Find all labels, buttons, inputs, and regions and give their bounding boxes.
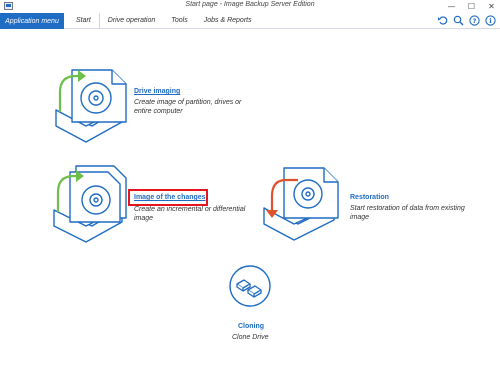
toolbar-icons: ? i: [437, 15, 496, 26]
application-menu-button[interactable]: Application menu: [0, 13, 64, 29]
image-changes-link[interactable]: Image of the changes: [134, 194, 206, 201]
cloning-desc: Clone Drive: [232, 334, 269, 341]
cloning-link[interactable]: Cloning: [238, 323, 264, 330]
tab-tools[interactable]: Tools: [163, 13, 195, 29]
image-changes-desc-line1: Create an incremental or differential: [134, 206, 246, 213]
svg-text:i: i: [489, 17, 492, 25]
zoom-icon[interactable]: [453, 15, 464, 26]
help-icon[interactable]: ?: [469, 15, 480, 26]
title-bar: Start page - Image Backup Server Edition…: [0, 0, 500, 12]
undo-icon[interactable]: [437, 15, 448, 26]
cloning-icon[interactable]: [228, 264, 272, 308]
drive-imaging-icon[interactable]: [46, 62, 128, 146]
restoration-desc-line1: Start restoration of data from existing: [350, 205, 465, 212]
image-changes-highlight: Image of the changes: [128, 189, 208, 206]
tab-start[interactable]: Start: [68, 13, 99, 29]
menu-bar: Application menu Start Drive operation T…: [0, 13, 500, 29]
restoration-icon[interactable]: [258, 162, 342, 244]
drive-imaging-desc-line2: entire computer: [134, 108, 183, 115]
window-controls: — ☐ ✕: [447, 0, 496, 12]
tab-jobs-reports[interactable]: Jobs & Reports: [196, 13, 260, 29]
drive-imaging-link[interactable]: Drive imaging: [134, 88, 180, 95]
minimize-button[interactable]: —: [447, 2, 456, 11]
image-changes-desc-line2: image: [134, 215, 154, 222]
close-button[interactable]: ✕: [487, 2, 496, 11]
tab-drive-operation[interactable]: Drive operation: [98, 13, 163, 29]
restoration-desc-line2: image: [350, 214, 370, 221]
image-changes-icon[interactable]: [44, 160, 128, 246]
maximize-button[interactable]: ☐: [467, 2, 476, 11]
info-icon[interactable]: i: [485, 15, 496, 26]
restoration-link[interactable]: Restoration: [350, 194, 389, 201]
window-title: Start page - Image Backup Server Edition: [185, 1, 315, 8]
drive-imaging-desc-line1: Create image of partition, drives or: [134, 99, 242, 106]
svg-text:?: ?: [473, 17, 477, 25]
menu-tabs: Start Drive operation Tools Jobs & Repor…: [68, 13, 260, 29]
